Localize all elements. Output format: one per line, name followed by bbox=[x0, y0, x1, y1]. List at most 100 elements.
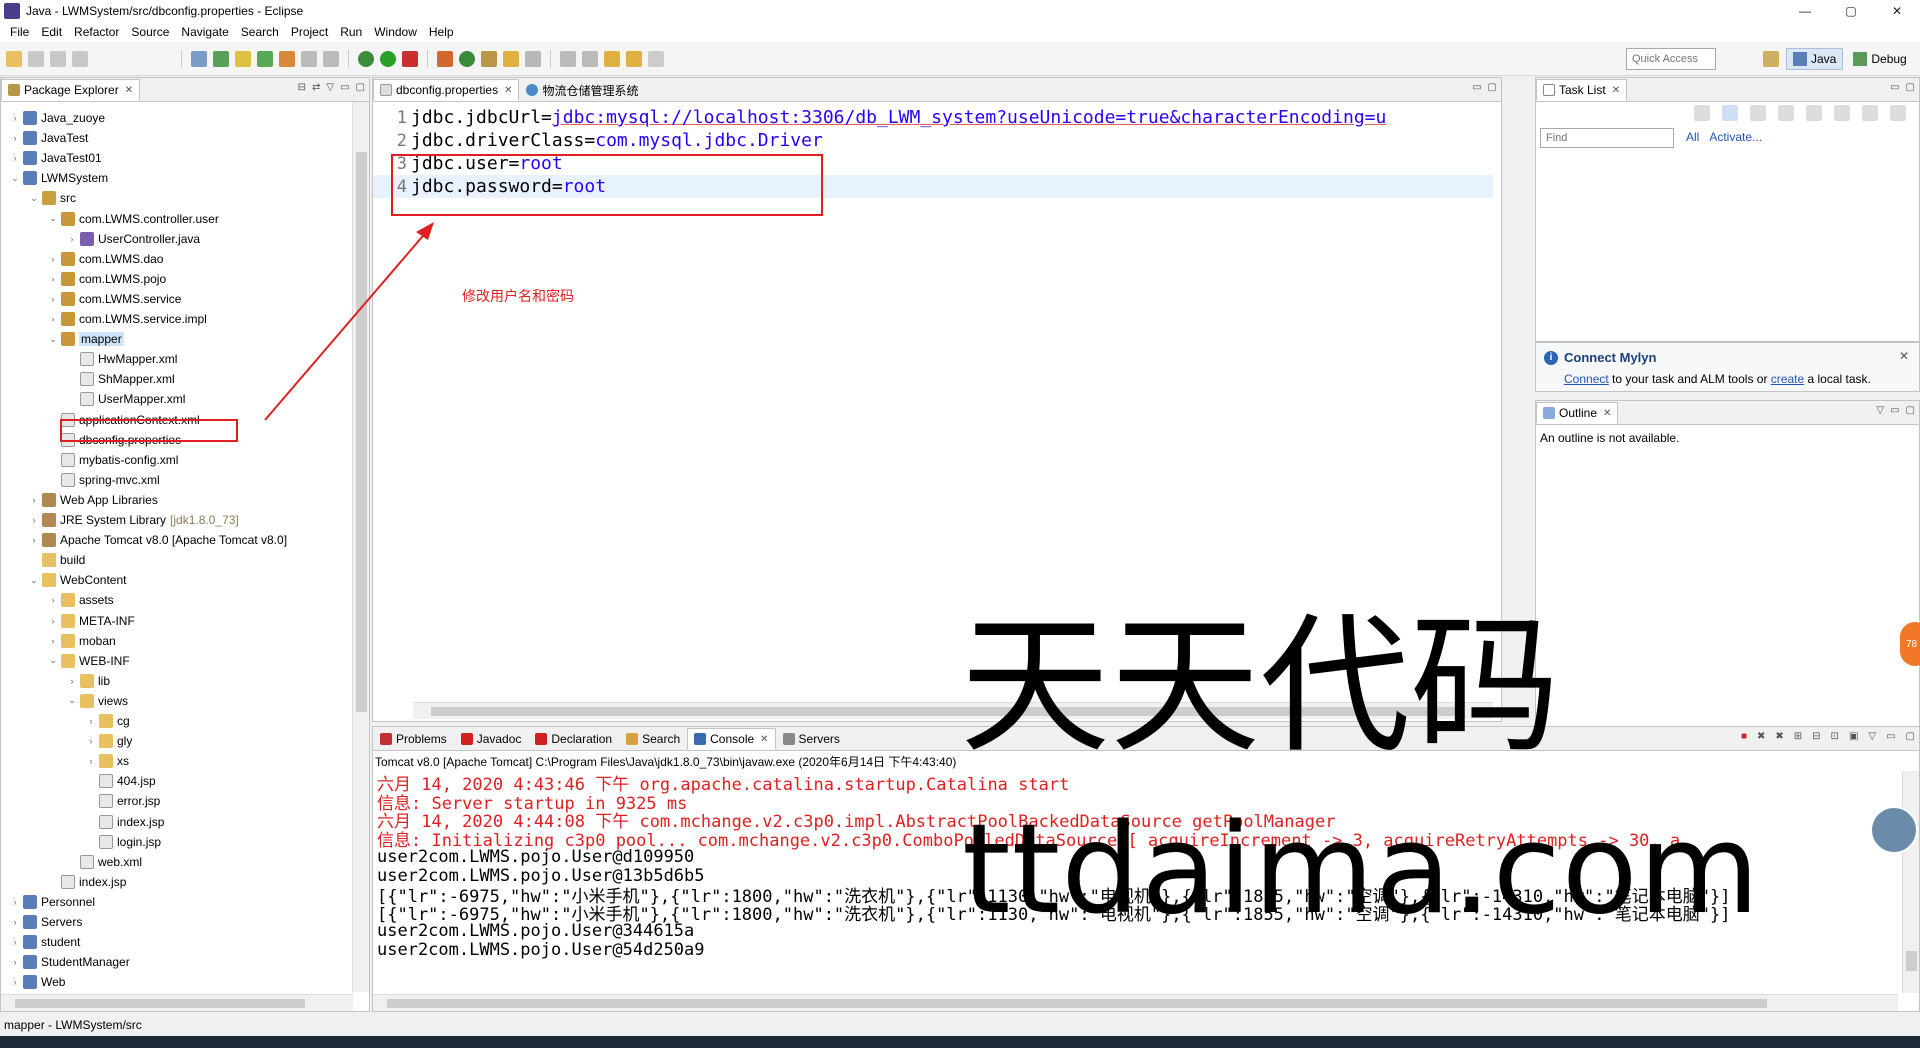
close-icon[interactable]: ✕ bbox=[1612, 85, 1620, 96]
tree-item[interactable]: › com.LWMS.dao bbox=[47, 249, 163, 269]
tree-item[interactable]: › com.LWMS.service bbox=[47, 289, 181, 309]
tree-item[interactable]: › JavaTest bbox=[9, 128, 88, 148]
tree-item[interactable]: › Web App Libraries bbox=[28, 490, 158, 510]
tree-item[interactable]: › moban bbox=[47, 631, 116, 651]
tree-item[interactable]: › xs bbox=[85, 751, 129, 771]
chevron-right-icon[interactable]: › bbox=[47, 294, 59, 304]
maximize-view-icon[interactable]: ▢ bbox=[1906, 405, 1915, 416]
tab-dbconfig-properties[interactable]: dbconfig.properties ✕ bbox=[373, 79, 520, 101]
console-vscrollbar[interactable] bbox=[1902, 771, 1919, 993]
chevron-down-icon[interactable]: ⌄ bbox=[47, 213, 59, 224]
connect-link[interactable]: Connect bbox=[1564, 372, 1609, 386]
tree-item[interactable]: login.jsp bbox=[85, 832, 161, 852]
terminate-icon[interactable]: ■ bbox=[1741, 731, 1747, 742]
minimize-view-icon[interactable]: ▭ bbox=[1890, 82, 1899, 93]
tree-item[interactable]: › Personnel bbox=[9, 892, 95, 912]
menu-help[interactable]: Help bbox=[423, 25, 460, 39]
server-icon[interactable] bbox=[213, 50, 229, 67]
tab-servers[interactable]: Servers bbox=[776, 728, 847, 750]
menu-project[interactable]: Project bbox=[285, 25, 334, 39]
menu-window[interactable]: Window bbox=[368, 25, 423, 39]
chevron-down-icon[interactable]: ⌄ bbox=[66, 695, 78, 706]
database-icon[interactable] bbox=[235, 50, 251, 67]
tree-item[interactable]: › assets bbox=[47, 590, 114, 610]
tab-problems[interactable]: Problems bbox=[373, 728, 454, 750]
tree-item[interactable]: › JavaTest01 bbox=[9, 148, 102, 168]
external-tools-icon[interactable] bbox=[402, 50, 418, 67]
scroll-thumb[interactable] bbox=[356, 152, 367, 712]
tree-item[interactable]: › cg bbox=[85, 711, 130, 731]
tree-item[interactable]: › Servers bbox=[9, 912, 82, 932]
collapse-icon[interactable] bbox=[1862, 105, 1878, 121]
new-task-icon[interactable] bbox=[1694, 105, 1710, 121]
focus-icon[interactable] bbox=[1834, 105, 1850, 121]
chevron-right-icon[interactable]: › bbox=[9, 133, 21, 143]
scroll-thumb[interactable] bbox=[1906, 951, 1917, 971]
tab-search[interactable]: Search bbox=[619, 728, 687, 750]
chevron-right-icon[interactable]: › bbox=[47, 595, 59, 605]
scroll-thumb[interactable] bbox=[15, 999, 305, 1008]
filter-activate-link[interactable]: Activate... bbox=[1709, 130, 1762, 144]
menu-refactor[interactable]: Refactor bbox=[68, 25, 125, 39]
tree-item[interactable]: HwMapper.xml bbox=[66, 349, 177, 369]
new-icon[interactable] bbox=[6, 50, 22, 67]
remove-launch-icon[interactable]: ✖ bbox=[1757, 731, 1765, 742]
tree-item[interactable]: ⌄ mapper bbox=[47, 329, 124, 349]
tab-outline[interactable]: Outline ✕ bbox=[1536, 402, 1619, 424]
menu-edit[interactable]: Edit bbox=[35, 25, 68, 39]
checklist-icon[interactable] bbox=[257, 50, 273, 67]
open-perspective-icon[interactable] bbox=[1763, 51, 1779, 67]
chevron-right-icon[interactable]: › bbox=[9, 977, 21, 987]
link-editor-icon[interactable]: ⇄ bbox=[312, 82, 320, 93]
tree-item[interactable]: mybatis-config.xml bbox=[47, 450, 178, 470]
console-hscrollbar[interactable] bbox=[373, 994, 1898, 1011]
close-window-button[interactable]: ✕ bbox=[1874, 0, 1920, 22]
chevron-right-icon[interactable]: › bbox=[28, 535, 40, 545]
task-find-input[interactable] bbox=[1540, 128, 1674, 148]
tree-item[interactable]: › Web bbox=[9, 972, 65, 992]
sync-icon[interactable] bbox=[1778, 105, 1794, 121]
page-icon[interactable] bbox=[301, 50, 317, 67]
chevron-right-icon[interactable]: › bbox=[9, 153, 21, 163]
avatar[interactable] bbox=[1870, 806, 1918, 854]
tree-item[interactable]: index.jsp bbox=[85, 812, 164, 832]
chevron-right-icon[interactable]: › bbox=[9, 957, 21, 967]
tree-item[interactable]: › com.LWMS.pojo bbox=[47, 269, 166, 289]
chevron-down-icon[interactable]: ⌄ bbox=[28, 193, 40, 204]
tree-item[interactable]: › com.LWMS.service.impl bbox=[47, 309, 207, 329]
hide-completed-icon[interactable] bbox=[1806, 105, 1822, 121]
view-menu-icon[interactable]: ▽ bbox=[326, 82, 334, 93]
back-icon[interactable] bbox=[626, 50, 642, 67]
paragraph-icon[interactable] bbox=[323, 50, 339, 67]
task-icon[interactable] bbox=[279, 50, 295, 67]
chevron-down-icon[interactable]: ⌄ bbox=[47, 334, 59, 345]
tree-item[interactable]: spring-mvc.xml bbox=[47, 470, 160, 490]
tree-item[interactable]: › Java_zuoye bbox=[9, 108, 105, 128]
tree-item[interactable]: ⌄ src bbox=[28, 188, 76, 208]
chevron-right-icon[interactable]: › bbox=[47, 274, 59, 284]
tree-item[interactable]: ShMapper.xml bbox=[66, 369, 175, 389]
tree-item[interactable]: › Apache Tomcat v8.0 [Apache Tomcat v8.0] bbox=[28, 530, 287, 550]
last-edit-icon[interactable] bbox=[604, 50, 620, 67]
chevron-right-icon[interactable]: › bbox=[9, 113, 21, 123]
tree-item[interactable]: ⌄ views bbox=[66, 691, 128, 711]
chevron-right-icon[interactable]: › bbox=[28, 495, 40, 505]
chevron-down-icon[interactable]: ⌄ bbox=[28, 575, 40, 586]
close-icon[interactable]: ✕ bbox=[760, 734, 768, 745]
tree-item[interactable]: UserMapper.xml bbox=[66, 389, 185, 409]
next-annotation-icon[interactable] bbox=[560, 50, 576, 67]
search-tool-icon[interactable] bbox=[525, 50, 541, 67]
tree-item[interactable]: ⌄ LWMSystem bbox=[9, 168, 108, 188]
tree-item[interactable]: error.jsp bbox=[85, 791, 160, 811]
debug-tool-icon[interactable] bbox=[191, 50, 207, 67]
open-task-icon[interactable] bbox=[503, 50, 519, 67]
tree-item[interactable]: › student bbox=[9, 932, 80, 952]
categorize-icon[interactable] bbox=[1722, 105, 1738, 121]
close-icon[interactable]: ✕ bbox=[125, 85, 133, 96]
package-explorer-vscrollbar[interactable] bbox=[352, 102, 369, 992]
tree-item[interactable]: › lib bbox=[66, 671, 110, 691]
new-class-icon[interactable] bbox=[437, 50, 453, 67]
tree-item[interactable]: ⌄ WebContent bbox=[28, 570, 127, 590]
code-line[interactable]: 2 jdbc.driverClass= com.mysql.jdbc.Driver bbox=[373, 129, 1493, 152]
chevron-right-icon[interactable]: › bbox=[47, 636, 59, 646]
